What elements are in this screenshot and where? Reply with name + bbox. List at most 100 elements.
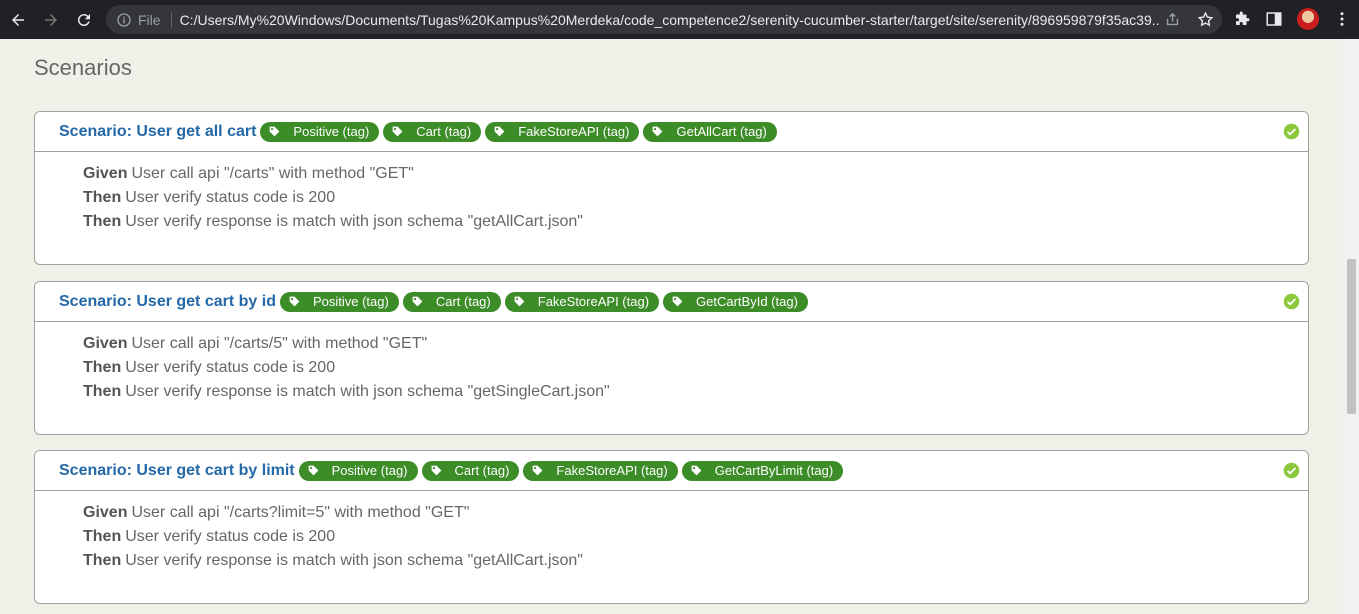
step-text: User verify status code is 200 [125, 528, 336, 545]
tag-icon [533, 465, 543, 476]
tag-icon [412, 296, 423, 307]
tag-badge[interactable]: Cart (tag) [421, 460, 520, 481]
step-text: User verify response is match with json … [125, 213, 583, 230]
tag-icon [270, 126, 280, 137]
check-circle-icon [1283, 462, 1300, 479]
file-scheme-label: File [138, 11, 161, 28]
step-line: Given User call api "/carts?limit=5" with… [83, 501, 1308, 525]
step-line: Then User verify status code is 200 [83, 186, 1308, 210]
tag-badge[interactable]: GetCartById (tag) [663, 291, 808, 312]
scenario-header[interactable]: Scenario: User get cart by id Positive (… [35, 282, 1308, 322]
step-keyword: Then [83, 189, 122, 206]
vertical-scrollbar[interactable] [1343, 39, 1359, 614]
step-line: Given User call api "/carts/5" with metho… [83, 332, 1308, 356]
step-keyword: Then [83, 552, 122, 569]
tag-label: Positive (tag) [293, 124, 370, 139]
tag-label: Positive (tag) [331, 463, 408, 478]
tag-badge[interactable]: Positive (tag) [279, 291, 399, 312]
tag-badge[interactable]: GetCartByLimit (tag) [681, 460, 844, 481]
tag-icon [494, 126, 505, 137]
tag-icon [431, 465, 441, 476]
step-text: User verify status code is 200 [125, 359, 336, 376]
info-icon[interactable] [116, 12, 132, 28]
share-icon[interactable] [1164, 11, 1181, 28]
tag-icon [514, 296, 525, 307]
scrollbar-thumb[interactable] [1347, 259, 1356, 414]
menu-kebab-icon[interactable] [1333, 10, 1351, 28]
tag-badge[interactable]: Positive (tag) [260, 121, 380, 142]
side-panel-icon[interactable] [1265, 10, 1283, 28]
scenario-title[interactable]: Scenario: User get cart by id [59, 293, 276, 311]
reload-icon [77, 13, 90, 26]
address-separator [170, 11, 172, 28]
step-keyword: Then [83, 528, 122, 545]
tag-badge[interactable]: FakeStoreAPI (tag) [504, 291, 660, 312]
tag-badge[interactable]: Cart (tag) [402, 291, 501, 312]
check-circle-icon [1283, 293, 1300, 310]
scenario-card: Scenario: User get cart by id Positive (… [34, 281, 1309, 435]
scenario-steps: Given User call api "/carts" with method … [35, 152, 1308, 234]
tag-icon [308, 465, 319, 476]
step-line: Then User verify status code is 200 [83, 525, 1308, 549]
scenario-title[interactable]: Scenario: User get cart by limit [59, 462, 295, 480]
tag-icon [672, 296, 683, 307]
check-circle-icon [1283, 123, 1300, 140]
tag-label: GetCartByLimit (tag) [714, 463, 834, 478]
scenario-header[interactable]: Scenario: User get all cart Positive (ta… [35, 112, 1308, 152]
scenario-steps: Given User call api "/carts/5" with metho… [35, 322, 1308, 404]
tag-badge[interactable]: FakeStoreAPI (tag) [523, 460, 678, 481]
tag-label: GetAllCart (tag) [676, 124, 767, 139]
forward-arrow-icon [45, 13, 57, 26]
tag-label: Cart (tag) [435, 294, 491, 309]
reload-button[interactable] [69, 5, 99, 35]
tag-label: GetCartById (tag) [696, 294, 798, 309]
step-line: Then User verify response is match with j… [83, 380, 1308, 404]
step-keyword: Then [83, 383, 122, 400]
tag-label: Positive (tag) [312, 294, 389, 309]
scenario-title[interactable]: Scenario: User get all cart [59, 123, 256, 141]
back-arrow-icon [12, 13, 24, 26]
browser-toolbar: File C:/Users/My%20Windows/Documents/Tug… [0, 0, 1359, 39]
address-bar[interactable]: File C:/Users/My%20Windows/Documents/Tug… [106, 5, 1222, 34]
tag-label: Cart (tag) [416, 124, 472, 139]
tag-label: Cart (tag) [454, 463, 510, 478]
forward-button[interactable] [36, 5, 66, 35]
step-keyword: Then [83, 213, 122, 230]
report-page: Scenarios Scenario: User get all cart Po… [14, 39, 1330, 614]
tag-badge[interactable]: FakeStoreAPI (tag) [485, 121, 640, 142]
tag-icon [653, 126, 663, 137]
tag-badge[interactable]: Positive (tag) [298, 460, 418, 481]
step-line: Given User call api "/carts" with method … [83, 162, 1308, 186]
step-text: User verify response is match with json … [125, 383, 610, 400]
step-line: Then User verify status code is 200 [83, 356, 1308, 380]
scenario-header[interactable]: Scenario: User get cart by limit Positiv… [35, 451, 1308, 491]
step-keyword: Given [83, 504, 128, 521]
scenario-card: Scenario: User get cart by limit Positiv… [34, 450, 1309, 604]
url-text[interactable]: C:/Users/My%20Windows/Documents/Tugas%20… [180, 12, 1160, 28]
step-keyword: Then [83, 359, 122, 376]
profile-avatar[interactable] [1297, 8, 1319, 30]
step-text: User call api "/carts/5" with method "GE… [131, 335, 428, 352]
scenario-steps: Given User call api "/carts?limit=5" with… [35, 491, 1308, 573]
tag-badge[interactable]: GetAllCart (tag) [643, 121, 777, 142]
step-text: User call api "/carts?limit=5" with meth… [131, 504, 470, 521]
tag-icon [691, 465, 702, 476]
step-text: User verify status code is 200 [125, 189, 336, 206]
back-button[interactable] [3, 5, 33, 35]
bookmark-star-icon[interactable] [1197, 11, 1214, 28]
tag-badge[interactable]: Cart (tag) [383, 121, 482, 142]
scenario-card: Scenario: User get all cart Positive (ta… [34, 111, 1309, 265]
tag-label: FakeStoreAPI (tag) [537, 294, 650, 309]
step-line: Then User verify response is match with j… [83, 549, 1308, 573]
step-keyword: Given [83, 165, 128, 182]
tag-label: FakeStoreAPI (tag) [518, 124, 630, 139]
step-keyword: Given [83, 335, 128, 352]
step-line: Then User verify response is match with j… [83, 210, 1308, 234]
page-title: Scenarios [34, 55, 132, 80]
extensions-icon[interactable] [1233, 10, 1251, 28]
step-text: User verify response is match with json … [125, 552, 583, 569]
tag-icon [392, 126, 403, 137]
step-text: User call api "/carts" with method "GET" [131, 165, 414, 182]
tag-icon [289, 296, 300, 307]
tag-label: FakeStoreAPI (tag) [556, 463, 668, 478]
